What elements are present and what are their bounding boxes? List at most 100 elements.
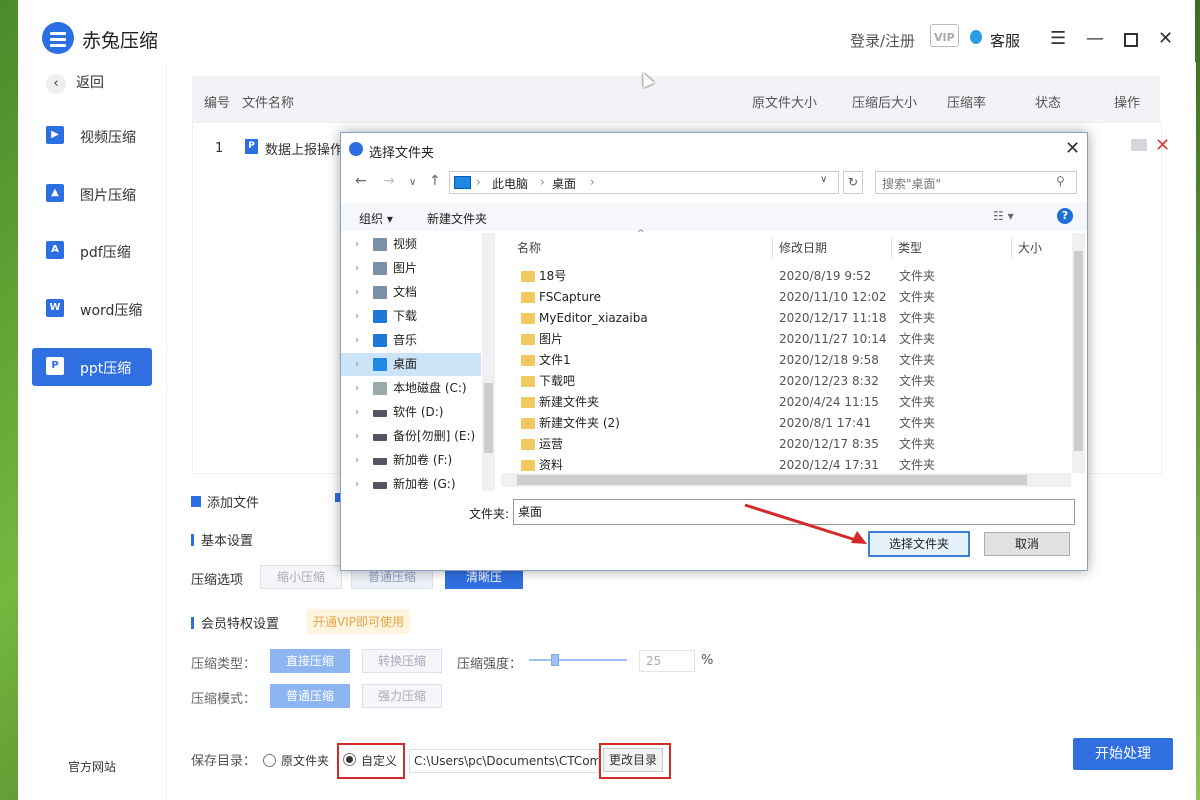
tree-label: 新加卷 (G:) [393,477,456,491]
list-item[interactable]: 图片 2020/11/27 10:14 文件夹 [519,329,1069,350]
strength-input[interactable]: 25 [639,650,695,672]
official-site-link[interactable]: 官方网站 [68,758,116,775]
radio-custom[interactable] [343,753,356,766]
breadcrumb-desktop[interactable]: 桌面 [552,175,576,192]
forward-arrow-icon[interactable]: → [383,173,395,189]
recent-dropdown-icon[interactable]: ∨ [409,177,416,188]
red-arrow-annotation [744,503,867,544]
sidebar-item-word[interactable]: Wword压缩 [32,290,152,328]
mode-normal-button[interactable]: 普通压缩 [270,684,350,708]
maximize-icon[interactable] [1124,33,1138,47]
compress-option-label: 压缩选项 [191,573,244,588]
ppt-icon: P [46,357,64,375]
login-link[interactable]: 登录/注册 [850,30,915,51]
tree-item[interactable]: › 备份[勿删] (E:) [341,425,481,448]
file-list-vscrollbar[interactable] [1072,233,1085,473]
new-folder-button[interactable]: 新建文件夹 [427,210,487,227]
sidebar-item-ppt[interactable]: Pppt压缩 [32,348,152,386]
tree-item[interactable]: › 新加卷 (G:) [341,473,481,491]
col-type[interactable]: 类型 [898,239,922,256]
tree-item[interactable]: › 下载 [341,305,481,328]
back-label: 返回 [76,75,104,91]
dialog-close-icon[interactable]: ✕ [1065,138,1080,159]
pc-icon [454,176,471,189]
mode-strong-button[interactable]: 强力压缩 [362,684,442,708]
list-item[interactable]: FSCapture 2020/11/10 12:02 文件夹 [519,287,1069,308]
menu-icon[interactable]: ☰ [1050,28,1066,49]
change-dir-button[interactable]: 更改目录 [603,748,663,772]
address-dropdown-icon[interactable]: ∨ [820,174,827,185]
sidebar-item-image[interactable]: ▲ 图片压缩 [32,175,152,213]
refresh-icon[interactable]: ↻ [843,171,863,194]
open-folder-icon[interactable] [1131,139,1147,151]
list-item[interactable]: 资料 2020/12/4 17:31 文件夹 [519,455,1069,471]
tree-label: 桌面 [393,357,418,371]
list-item[interactable]: 18号 2020/8/19 9:52 文件夹 [519,266,1069,287]
service-icon[interactable] [970,30,982,44]
col-ratio: 压缩率 [947,96,987,111]
type-direct-button[interactable]: 直接压缩 [270,649,350,673]
up-arrow-icon[interactable]: ↑ [429,173,441,189]
tree-item[interactable]: › 软件 (D:) [341,401,481,424]
tree-label: 视频 [393,237,418,251]
sidebar-item-video[interactable]: ▶ 视频压缩 [32,117,152,155]
file-type: 文件夹 [899,374,936,388]
list-item[interactable]: 文件1 2020/12/18 9:58 文件夹 [519,350,1069,371]
list-item[interactable]: 新建文件夹 (2) 2020/8/1 17:41 文件夹 [519,413,1069,434]
tree-item[interactable]: › 视频 [341,233,481,256]
strength-slider-handle[interactable] [551,654,559,666]
tree-item[interactable]: › 音乐 [341,329,481,352]
option-shrink-button[interactable]: 缩小压缩 [260,565,342,589]
list-item[interactable]: MyEditor_xiazaiba 2020/12/17 11:18 文件夹 [519,308,1069,329]
strength-slider[interactable] [529,659,627,661]
back-arrow-icon[interactable]: ← [355,173,367,189]
tree-item[interactable]: › 文档 [341,281,481,304]
dialog-toolbar: 组织 ▾ 新建文件夹 ☷ ▾ ? [341,203,1087,231]
col-date[interactable]: 修改日期 [779,239,827,256]
delete-icon[interactable]: ✕ [1155,135,1170,156]
title-bar: 赤兔压缩 登录/注册 VIP 客服 ☰ — ✕ [18,0,1195,62]
search-placeholder: 搜索"桌面" [882,177,942,191]
add-file-button[interactable]: 添加文件 [191,492,259,511]
tree-item[interactable]: › 新加卷 (F:) [341,449,481,472]
file-list-hscrollbar[interactable] [501,473,1071,487]
tree-item-desktop[interactable]: › 桌面 [341,353,481,376]
service-link[interactable]: 客服 [990,30,1020,51]
folder-icon [521,355,535,366]
select-folder-button[interactable]: 选择文件夹 [868,531,970,557]
help-icon[interactable]: ? [1057,208,1073,224]
type-convert-button[interactable]: 转换压缩 [362,649,442,673]
tree-item[interactable]: › 本地磁盘 (C:) [341,377,481,400]
cancel-button[interactable]: 取消 [984,532,1070,556]
minimize-icon[interactable]: — [1086,28,1104,49]
search-icon: ⚲ [1056,174,1065,188]
sort-up-icon: ^ [637,229,645,239]
select-folder-dialog: 选择文件夹 ✕ ← → ∨ ↑ › 此电脑 › 桌面 › ∨ ↻ 搜索"桌面" … [340,132,1088,571]
sidebar-item-pdf[interactable]: Apdf压缩 [32,232,152,270]
add-file-label: 添加文件 [207,496,260,511]
tree-scrollbar[interactable] [482,233,495,491]
tree-item[interactable]: › 图片 [341,257,481,280]
folder-icon [521,271,535,282]
close-icon[interactable]: ✕ [1158,28,1173,49]
organize-button[interactable]: 组织 ▾ [359,210,393,227]
vip-badge[interactable]: 开通VIP即可使用 [307,609,410,634]
back-button[interactable]: ‹ 返回 [46,72,104,94]
radio-custom-label: 自定义 [361,754,398,768]
list-item[interactable]: 新建文件夹 2020/4/24 11:15 文件夹 [519,392,1069,413]
view-options-icon[interactable]: ☷ ▾ [993,209,1014,223]
file-name: 新建文件夹 [539,395,600,409]
col-name[interactable]: 名称 [517,239,541,256]
start-button[interactable]: 开始处理 [1073,738,1173,770]
folder-icon [521,376,535,387]
col-size[interactable]: 大小 [1018,239,1042,256]
list-item[interactable]: 运营 2020/12/17 8:35 文件夹 [519,434,1069,455]
vip-icon[interactable]: VIP [930,24,959,47]
list-item[interactable]: 下载吧 2020/12/23 8:32 文件夹 [519,371,1069,392]
radio-original[interactable] [263,754,276,767]
basic-settings-title: 基本设置 [191,530,253,549]
search-input[interactable]: 搜索"桌面" ⚲ [875,171,1077,194]
address-bar[interactable]: › 此电脑 › 桌面 › ∨ [449,171,839,194]
save-path-input[interactable]: C:\Users\pc\Documents\CTCom [409,749,599,773]
breadcrumb-pc[interactable]: 此电脑 [492,175,528,192]
